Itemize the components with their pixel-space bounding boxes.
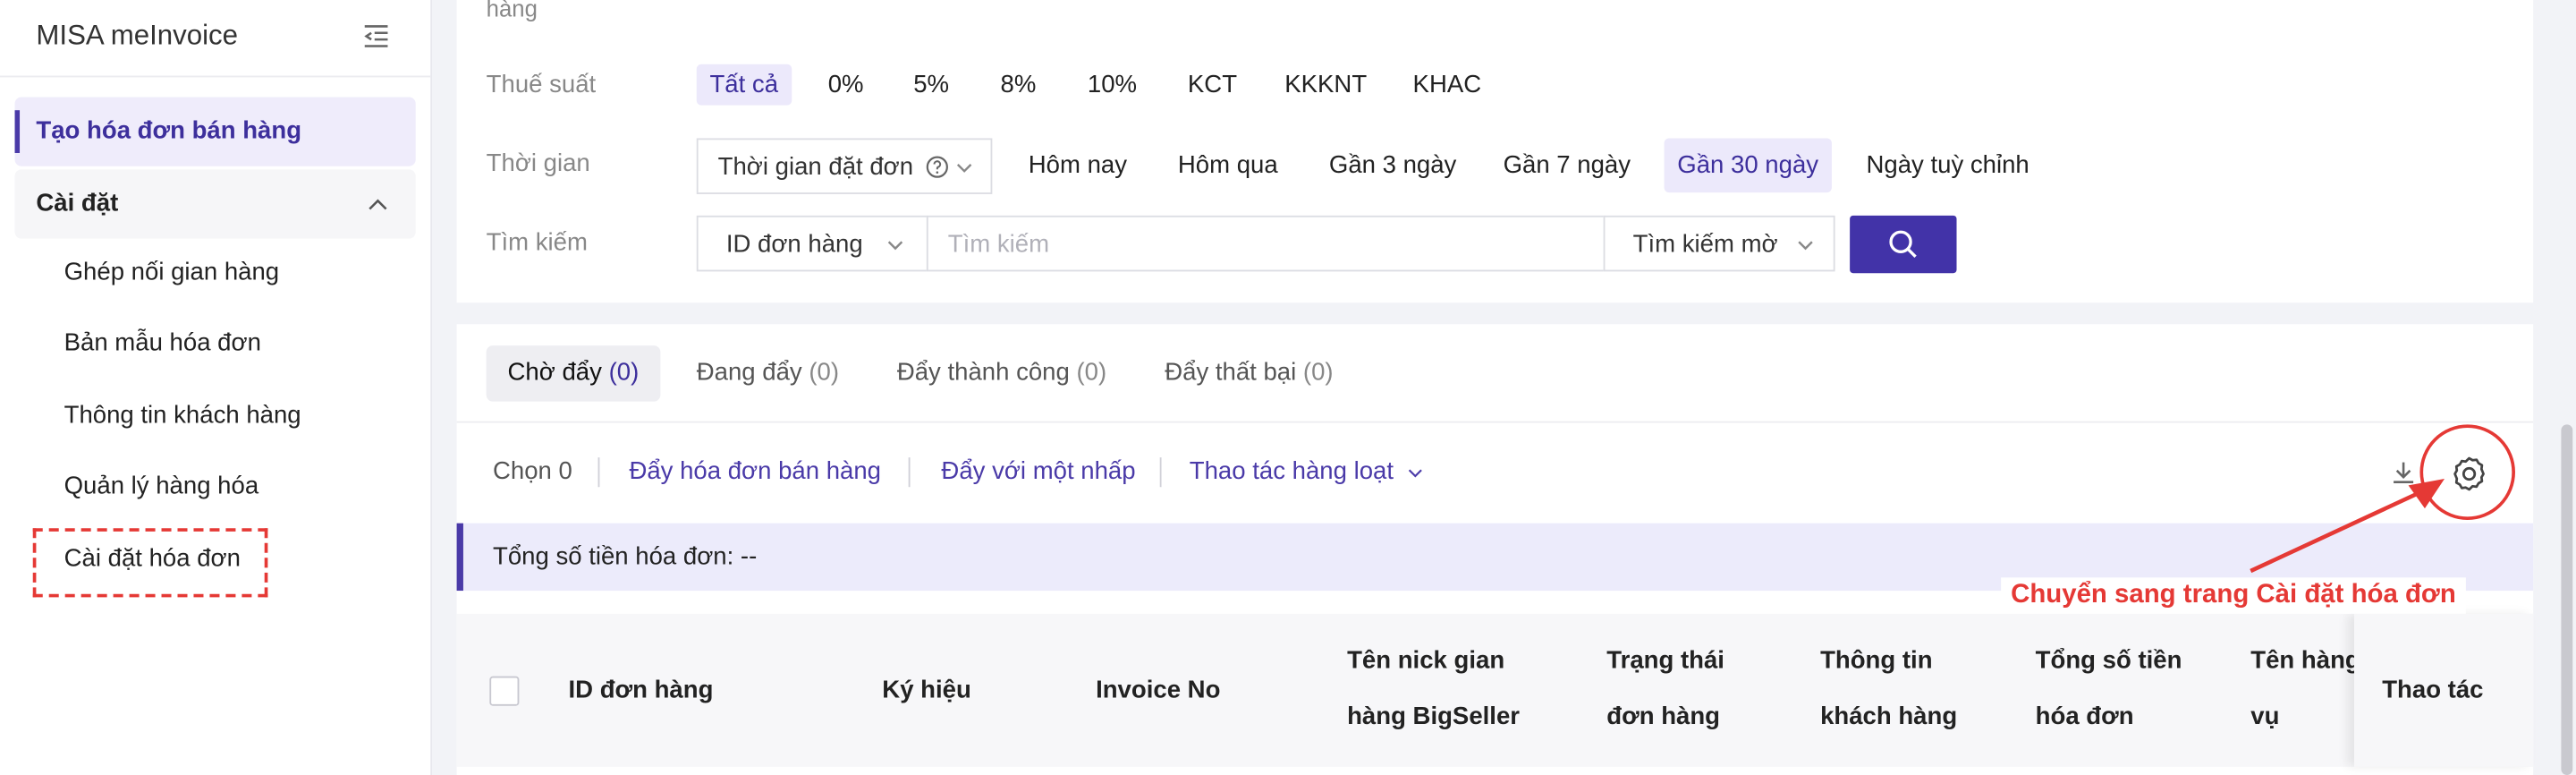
divider [908,457,911,488]
column-header-line: hàng BigSeller [1347,703,1521,731]
column-header-line: Tên nick gian [1347,646,1505,675]
search-mode-select[interactable]: Tìm kiếm mờ [1603,215,1835,272]
chevron-down-icon [886,235,905,255]
sidebar-item-customer-info[interactable]: Thông tin khách hàng [64,402,301,430]
time-option-custom[interactable]: Ngày tuỳ chỉnh [1853,145,2043,186]
collapse-menu-icon[interactable] [361,21,391,51]
sidebar-item-invoice-template[interactable]: Bản mẫu hóa đơn [64,329,261,357]
app-logo: MISA meInvoice [36,20,239,51]
order-list-panel: Chờ đẩy (0) Đang đẩy (0) Đẩy thành công … [456,324,2534,775]
search-field-select[interactable]: ID đơn hàng [696,215,928,272]
column-header-line: khách hàng [1820,703,1958,731]
help-circle-icon[interactable] [925,155,950,180]
tab-label: Đẩy thành công [896,358,1070,388]
column-header-actions: Thao tác [2382,676,2484,704]
time-option-30days[interactable]: Gần 30 ngày [1664,138,1832,193]
bulk-actions-dropdown[interactable]: Thao tác hàng loạt [1190,457,1425,485]
chevron-up-icon [367,192,390,216]
app-root: MISA meInvoice Tạo hóa đơn bán hàng Cài … [0,0,2576,775]
time-option-yesterday[interactable]: Hôm qua [1165,145,1291,186]
sidebar-group-settings[interactable]: Cài đặt [14,169,416,239]
time-option-7days[interactable]: Gần 7 ngày [1490,145,1644,186]
tax-option-5[interactable]: 5% [901,64,962,106]
tax-option-all[interactable]: Tất cả [696,64,792,106]
sidebar-item-store-link[interactable]: Ghép nối gian hàng [64,259,280,286]
sidebar-item-product-management[interactable]: Quản lý hàng hóa [64,473,259,500]
tab-label: Đang đẩy [696,358,802,388]
table-header: ID đơn hàng Ký hiệu Invoice No Tên nick … [456,613,2534,767]
column-header-goods-name[interactable]: Tên hàng vụ [2250,634,2356,745]
tab-success[interactable]: Đẩy thành công (0) [876,345,1128,402]
column-header-line: đơn hàng [1606,703,1721,731]
search-input-box[interactable]: Tìm kiếm [926,215,1606,272]
search-button[interactable] [1850,215,1957,274]
bulk-actions-label: Thao tác hàng loạt [1189,457,1394,486]
column-header-line: Tổng số tiền [2035,646,2182,675]
column-header-line: hóa đơn [2035,703,2134,731]
time-label: Thời gian [486,149,590,178]
chevron-down-icon [954,158,974,178]
column-header-order-id[interactable]: ID đơn hàng [568,663,713,720]
column-header-shop-nick[interactable]: Tên nick gian hàng BigSeller [1347,634,1520,745]
tab-label: Đẩy thất bại [1165,358,1297,388]
divider [1159,457,1162,488]
tax-rate-label: Thuế suất [486,71,597,99]
search-mode-value: Tìm kiếm mờ [1632,230,1778,259]
sticky-actions-column: Thao tác [2353,613,2534,767]
filter-panel: hàng Thuế suất Tất cả 0% 5% 8% 10% KCT K… [456,0,2534,303]
annotation-label: Chuyển sang trang Cài đặt hóa đơn [2001,577,2466,614]
page-scrollbar-thumb[interactable] [2561,424,2573,775]
divider [597,457,600,488]
annotation-highlight-box [32,528,268,598]
column-header-line: Thông tin [1820,646,1933,675]
sidebar-header: MISA meInvoice [0,0,431,78]
column-header-invoice-no[interactable]: Invoice No [1096,663,1220,720]
push-one-click-button[interactable]: Đẩy với một nhấp [941,457,1135,485]
column-header-order-status[interactable]: Trạng thái đơn hàng [1606,634,1724,745]
search-input[interactable]: Tìm kiếm [948,230,1049,258]
sidebar: MISA meInvoice Tạo hóa đơn bán hàng Cài … [0,0,433,775]
column-header-symbol[interactable]: Ký hiệu [882,663,971,720]
filter-partial-text: hàng [486,0,538,21]
column-header-line: Tên hàng [2250,646,2356,675]
search-icon [1887,229,1919,260]
sidebar-group-label: Cài đặt [36,189,119,217]
column-header-customer-info[interactable]: Thông tin khách hàng [1820,634,1957,745]
chevron-down-icon [1796,235,1816,255]
tab-pending[interactable]: Chờ đẩy (0) [486,345,661,402]
tab-count: (0) [1076,358,1107,388]
column-header-line: vụ [2250,703,2280,731]
time-option-3days[interactable]: Gần 3 ngày [1316,145,1470,186]
time-option-today[interactable]: Hôm nay [1015,145,1140,186]
tab-pushing[interactable]: Đang đẩy (0) [675,345,860,402]
chevron-down-icon [1409,468,1423,477]
tax-option-kct[interactable]: KCT [1174,64,1250,106]
time-type-select[interactable]: Thời gian đặt đơn [696,138,993,194]
tab-count: (0) [809,358,840,388]
tax-option-8[interactable]: 8% [987,64,1049,106]
invoice-total-text: Tổng số tiền hóa đơn: -- [493,542,758,571]
tab-count: (0) [1302,358,1334,388]
search-field-value: ID đơn hàng [725,230,863,259]
tab-count: (0) [608,358,640,388]
time-type-value: Thời gian đặt đơn [717,152,914,182]
status-tabs: Chờ đẩy (0) Đang đẩy (0) Đẩy thành công … [456,324,2534,423]
tax-option-0[interactable]: 0% [815,64,877,106]
tab-label: Chờ đẩy [507,358,602,388]
select-all-checkbox[interactable] [489,676,520,706]
push-sales-invoice-button[interactable]: Đẩy hóa đơn bán hàng [629,457,881,485]
annotation-arrow [2250,479,2445,574]
column-header-invoice-total[interactable]: Tổng số tiền hóa đơn [2036,634,2182,745]
tax-option-khac[interactable]: KHAC [1400,64,1495,106]
sidebar-item-create-invoice[interactable]: Tạo hóa đơn bán hàng [14,97,416,166]
tax-option-10[interactable]: 10% [1074,64,1150,106]
column-header-line: Trạng thái [1606,646,1724,675]
tab-failed[interactable]: Đẩy thất bại (0) [1143,345,1354,402]
search-label: Tìm kiếm [486,228,588,257]
tax-option-kkknt[interactable]: KKKNT [1272,64,1380,106]
sidebar-item-label: Tạo hóa đơn bán hàng [36,116,302,145]
selected-count: Chọn 0 [493,457,572,486]
